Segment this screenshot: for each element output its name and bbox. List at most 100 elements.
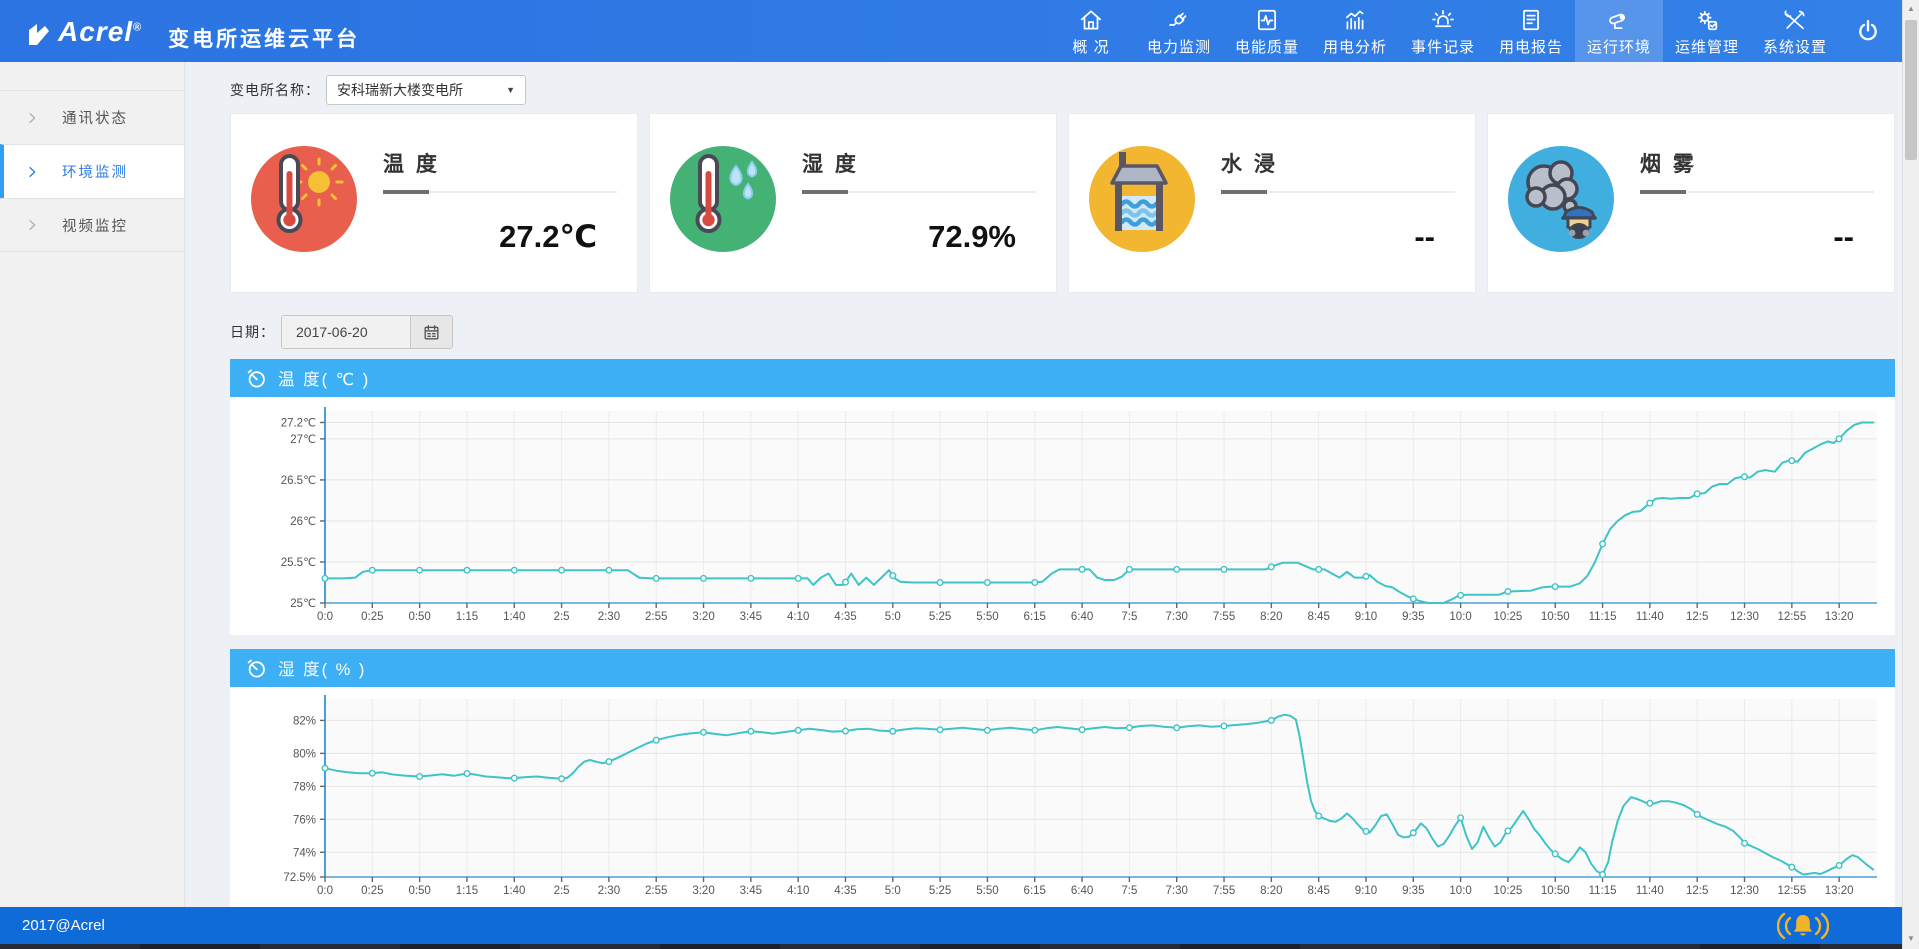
- alarm-bell-icon[interactable]: [1777, 909, 1829, 943]
- svg-text:10:0: 10:0: [1449, 611, 1471, 623]
- logo-text: Acrel®: [58, 15, 143, 47]
- svg-text:10:50: 10:50: [1541, 611, 1570, 623]
- nav-item-energy-analysis[interactable]: 用电分析: [1311, 0, 1399, 62]
- copyright-text: 2017@Acrel: [22, 917, 105, 934]
- svg-text:7:55: 7:55: [1213, 885, 1235, 897]
- svg-text:0:25: 0:25: [361, 885, 383, 897]
- svg-text:5:0: 5:0: [885, 611, 901, 623]
- station-filter-row: 变电所名称： 安科瑞新大楼变电所 ▼: [230, 75, 1895, 105]
- svg-text:2:5: 2:5: [554, 885, 570, 897]
- power-icon: [1859, 19, 1877, 41]
- taskbar-strip: [0, 944, 1919, 949]
- svg-text:6:40: 6:40: [1071, 885, 1093, 897]
- svg-text:10:25: 10:25: [1494, 611, 1523, 623]
- svg-text:9:35: 9:35: [1402, 885, 1424, 897]
- station-select-label: 变电所名称：: [230, 82, 320, 98]
- svg-text:5:50: 5:50: [976, 611, 998, 623]
- svg-text:9:10: 9:10: [1355, 611, 1377, 623]
- svg-text:1:40: 1:40: [503, 885, 525, 897]
- chart-title: 温 度( ℃ ): [278, 371, 371, 389]
- svg-text:72.5%: 72.5%: [283, 872, 316, 884]
- date-label: 日期：: [230, 324, 275, 340]
- svg-text:7:30: 7:30: [1166, 611, 1188, 623]
- thermometer-drops-icon: [670, 146, 776, 252]
- svg-text:26℃: 26℃: [290, 516, 316, 528]
- nav-item-label: 系统设置: [1762, 38, 1827, 56]
- sidebar-item-env-monitoring[interactable]: 环境监测: [0, 144, 184, 198]
- chevron-right-icon: [24, 164, 40, 180]
- nav-menu: 概 况 电力监测 电能质量 用电分析 事件记录 用电报告 运行环境 运维管理 系统设置: [1047, 0, 1839, 62]
- plug-icon: [1166, 6, 1192, 34]
- svg-text:74%: 74%: [293, 847, 316, 859]
- svg-text:7:5: 7:5: [1121, 611, 1137, 623]
- nav-item-overview[interactable]: 概 况: [1047, 0, 1135, 62]
- nav-item-event-log[interactable]: 事件记录: [1399, 0, 1487, 62]
- scroll-up-arrow-icon[interactable]: ▲: [1903, 0, 1919, 17]
- scrollbar[interactable]: ▲ ▼: [1902, 0, 1919, 949]
- nav-item-label: 运维管理: [1674, 38, 1739, 56]
- svg-text:11:15: 11:15: [1589, 611, 1617, 623]
- svg-text:25℃: 25℃: [290, 598, 316, 610]
- card-value: 27.2℃: [499, 219, 597, 254]
- svg-text:5:25: 5:25: [929, 885, 951, 897]
- nav-item-label: 概 况: [1072, 38, 1110, 56]
- sidebar-item-label: 通讯状态: [62, 111, 128, 127]
- acrel-logo-icon: [24, 20, 54, 50]
- svg-text:9:10: 9:10: [1355, 885, 1377, 897]
- chart-title: 湿 度( % ): [278, 661, 367, 679]
- sidebar: 通讯状态环境监测 视频监控: [0, 62, 185, 907]
- nav-item-power-quality[interactable]: 电能质量: [1223, 0, 1311, 62]
- calendar-button[interactable]: [410, 316, 452, 348]
- nav-item-environment[interactable]: 运行环境: [1575, 0, 1663, 62]
- chevron-right-icon: [24, 217, 40, 233]
- station-select[interactable]: 安科瑞新大楼变电所 ▼: [326, 75, 526, 105]
- logo: Acrel® 变电所运维云平台: [0, 10, 360, 53]
- sidebar-item-comm-status[interactable]: 通讯状态: [0, 90, 184, 144]
- chart-panel-temperature: 温 度( ℃ ) 27.2℃ 27℃ 26.5℃ 26℃ 25.5℃ 25℃ 0:0 0:25…: [230, 359, 1895, 635]
- svg-text:10:50: 10:50: [1541, 885, 1570, 897]
- water-tank-icon: [1089, 146, 1195, 252]
- svg-text:5:25: 5:25: [929, 611, 951, 623]
- nav-item-label: 电能质量: [1234, 38, 1299, 56]
- cctv-camera-icon: [1606, 6, 1632, 34]
- svg-text:2:30: 2:30: [598, 885, 620, 897]
- sidebar-item-video-monitoring[interactable]: 视频监控: [0, 198, 184, 252]
- card-title: 温 度: [383, 153, 440, 176]
- svg-text:0:50: 0:50: [408, 611, 430, 623]
- svg-text:12:30: 12:30: [1730, 885, 1759, 897]
- svg-text:12:30: 12:30: [1730, 611, 1759, 623]
- svg-text:3:45: 3:45: [740, 885, 762, 897]
- app-title: 变电所运维云平台: [168, 27, 361, 51]
- card-title-underline: [1640, 190, 1874, 194]
- svg-text:4:10: 4:10: [787, 611, 809, 623]
- station-select-value: 安科瑞新大楼变电所: [337, 82, 463, 98]
- svg-text:13:20: 13:20: [1825, 885, 1854, 897]
- logout-power-button[interactable]: [1839, 0, 1897, 62]
- svg-text:1:15: 1:15: [456, 611, 478, 623]
- select-arrow-icon: ▼: [506, 85, 515, 95]
- top-navbar: Acrel® 变电所运维云平台 概 况 电力监测 电能质量 用电分析 事件记录 用电报告 运…: [0, 0, 1919, 62]
- svg-text:7:5: 7:5: [1121, 885, 1137, 897]
- svg-text:0:25: 0:25: [361, 611, 383, 623]
- nav-item-power-monitoring[interactable]: 电力监测: [1135, 0, 1223, 62]
- card-temperature: 温 度 27.2℃: [230, 113, 638, 293]
- card-smoke: 烟 雾 --: [1487, 113, 1895, 293]
- nav-item-power-report[interactable]: 用电报告: [1487, 0, 1575, 62]
- scroll-thumb[interactable]: [1905, 20, 1917, 160]
- card-value: --: [1833, 219, 1854, 254]
- date-filter-row: 日期： 2017-06-20: [230, 315, 1895, 349]
- svg-text:5:0: 5:0: [885, 885, 901, 897]
- card-value: 72.9%: [928, 219, 1016, 254]
- scroll-down-arrow-icon[interactable]: ▼: [1903, 930, 1919, 947]
- chart-panel-humidity: 湿 度( % ) 82% 80% 78% 76% 74% 72.5% 0:0 0:25 0:50…: [230, 649, 1895, 907]
- svg-text:1:15: 1:15: [456, 885, 478, 897]
- nav-item-ops-management[interactable]: 运维管理: [1663, 0, 1751, 62]
- svg-text:27.2℃: 27.2℃: [281, 417, 316, 429]
- svg-text:7:55: 7:55: [1213, 611, 1235, 623]
- date-input[interactable]: 2017-06-20: [282, 316, 410, 348]
- nav-item-label: 用电报告: [1498, 38, 1563, 56]
- nav-item-system-settings[interactable]: 系统设置: [1751, 0, 1839, 62]
- svg-text:80%: 80%: [293, 748, 316, 760]
- svg-text:1:40: 1:40: [503, 611, 525, 623]
- nav-item-label: 运行环境: [1586, 38, 1651, 56]
